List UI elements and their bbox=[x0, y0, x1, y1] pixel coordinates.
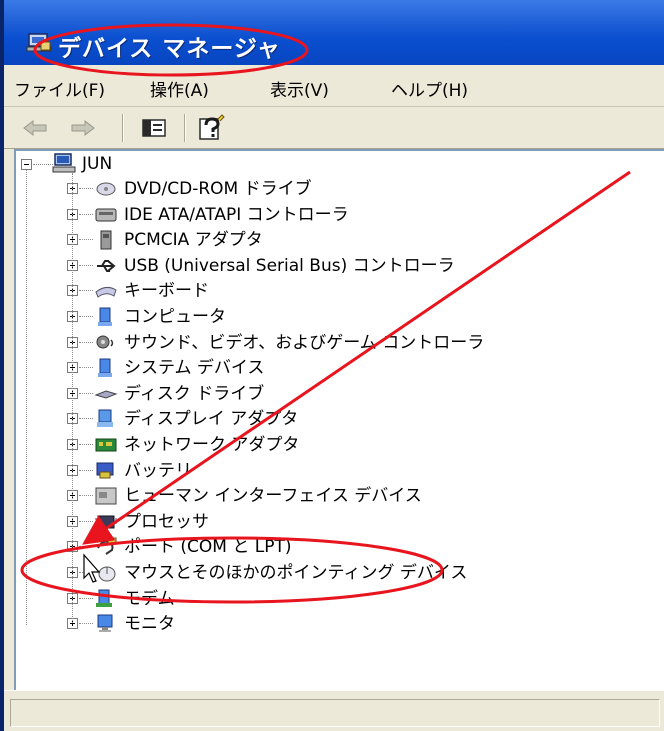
tree-connector bbox=[79, 623, 93, 625]
help-icon[interactable] bbox=[196, 113, 228, 143]
tree-item-label[interactable]: バッテリ bbox=[124, 461, 192, 481]
tree-item-label[interactable]: ディスプレイ アダプタ bbox=[124, 409, 298, 429]
tree-item-label[interactable]: ディスク ドライブ bbox=[124, 384, 264, 404]
tree-connector bbox=[72, 173, 73, 624]
ide-controller-icon bbox=[95, 208, 117, 222]
tree-item-label[interactable]: コンピュータ bbox=[124, 307, 226, 327]
device-manager-icon bbox=[26, 33, 52, 52]
tree-connector bbox=[79, 572, 93, 573]
tree-item-label[interactable]: モデム bbox=[124, 589, 175, 609]
status-bar bbox=[4, 690, 664, 731]
tree-item-label[interactable]: DVD/CD-ROM ドライブ bbox=[124, 179, 312, 199]
window-title: デバイス マネージャ bbox=[58, 36, 281, 62]
tree-connector bbox=[33, 164, 53, 165]
tree-connector bbox=[79, 264, 93, 266]
status-pane bbox=[10, 699, 660, 727]
pcmcia-icon bbox=[100, 230, 112, 250]
mouse-icon bbox=[98, 566, 116, 582]
display-adapter-icon bbox=[97, 409, 113, 428]
menu-help[interactable]: ヘルプ(H) bbox=[391, 76, 468, 101]
title-bar[interactable]: デバイス マネージャ bbox=[4, 0, 664, 65]
tree-item-label[interactable]: プロセッサ bbox=[124, 512, 209, 532]
tree-item-label[interactable]: サウンド、ビデオ、およびゲーム コントローラ bbox=[124, 333, 484, 353]
device-manager-window: デバイス マネージャ ファイル(F) 操作(A) 表示(V) ヘルプ(H) JU… bbox=[0, 0, 664, 731]
tree-connector bbox=[79, 239, 93, 241]
usb-icon bbox=[97, 259, 116, 272]
tree-connector bbox=[79, 367, 93, 369]
tree-item-label[interactable]: マウスとそのほかのポインティング デバイス bbox=[124, 563, 467, 583]
menu-view[interactable]: 表示(V) bbox=[270, 76, 329, 101]
tree-item-label[interactable]: PCMCIA アダプタ bbox=[124, 230, 263, 250]
computer-small-icon bbox=[98, 307, 112, 326]
tree-item-label[interactable]: ヒューマン インターフェイス デバイス bbox=[124, 486, 422, 506]
tree-connector bbox=[79, 188, 93, 189]
hid-icon bbox=[95, 487, 117, 505]
forward-arrow-icon[interactable] bbox=[68, 113, 98, 143]
modem-icon bbox=[96, 589, 112, 607]
tree-connector bbox=[79, 290, 93, 292]
back-arrow-icon[interactable] bbox=[20, 113, 50, 143]
sound-icon bbox=[96, 335, 114, 349]
tree-connector bbox=[79, 418, 93, 420]
tree-connector bbox=[79, 444, 93, 445]
keyboard-icon bbox=[95, 287, 117, 299]
toolbar-separator bbox=[184, 114, 186, 142]
tree-connector bbox=[79, 316, 93, 317]
properties-icon[interactable] bbox=[139, 113, 169, 143]
disk-drive-icon bbox=[94, 390, 118, 399]
tree-item-label[interactable]: ネットワーク アダプタ bbox=[124, 435, 299, 455]
tree-item-label[interactable]: キーボード bbox=[124, 281, 209, 301]
tree-root-label[interactable]: JUN bbox=[82, 154, 112, 174]
toolbar bbox=[4, 107, 664, 149]
tree-item-label[interactable]: モニタ bbox=[124, 614, 175, 634]
system-device-icon bbox=[98, 358, 112, 378]
menu-bar: ファイル(F) 操作(A) 表示(V) ヘルプ(H) bbox=[4, 65, 664, 107]
tree-item-label[interactable]: USB (Universal Serial Bus) コントローラ bbox=[124, 256, 455, 276]
port-icon bbox=[97, 537, 117, 556]
toolbar-separator bbox=[122, 114, 124, 142]
battery-icon bbox=[96, 462, 114, 479]
computer-icon bbox=[52, 153, 76, 173]
tree-connector bbox=[79, 341, 93, 343]
tree-connector bbox=[79, 546, 93, 548]
tree-connector bbox=[79, 469, 93, 471]
tree-item-label[interactable]: IDE ATA/ATAPI コントローラ bbox=[124, 205, 349, 225]
network-adapter-icon bbox=[95, 438, 117, 452]
device-tree[interactable]: JUN DVD/CD-ROM ドライブ IDE ATA/ATAPI コントローラ P… bbox=[14, 149, 664, 690]
collapse-toggle[interactable] bbox=[21, 159, 32, 170]
menu-action[interactable]: 操作(A) bbox=[150, 76, 209, 101]
tree-item-label[interactable]: システム デバイス bbox=[124, 358, 264, 378]
processor-icon bbox=[95, 515, 117, 529]
monitor-icon bbox=[97, 614, 113, 633]
tree-connector bbox=[26, 167, 27, 625]
tree-connector bbox=[79, 520, 93, 522]
tree-connector bbox=[79, 597, 93, 599]
menu-file[interactable]: ファイル(F) bbox=[14, 76, 105, 101]
tree-connector bbox=[79, 392, 93, 394]
tree-item-label[interactable]: ポート (COM と LPT) bbox=[124, 537, 292, 557]
tree-connector bbox=[79, 495, 93, 497]
cdrom-icon bbox=[96, 182, 116, 196]
tree-connector bbox=[79, 213, 93, 215]
